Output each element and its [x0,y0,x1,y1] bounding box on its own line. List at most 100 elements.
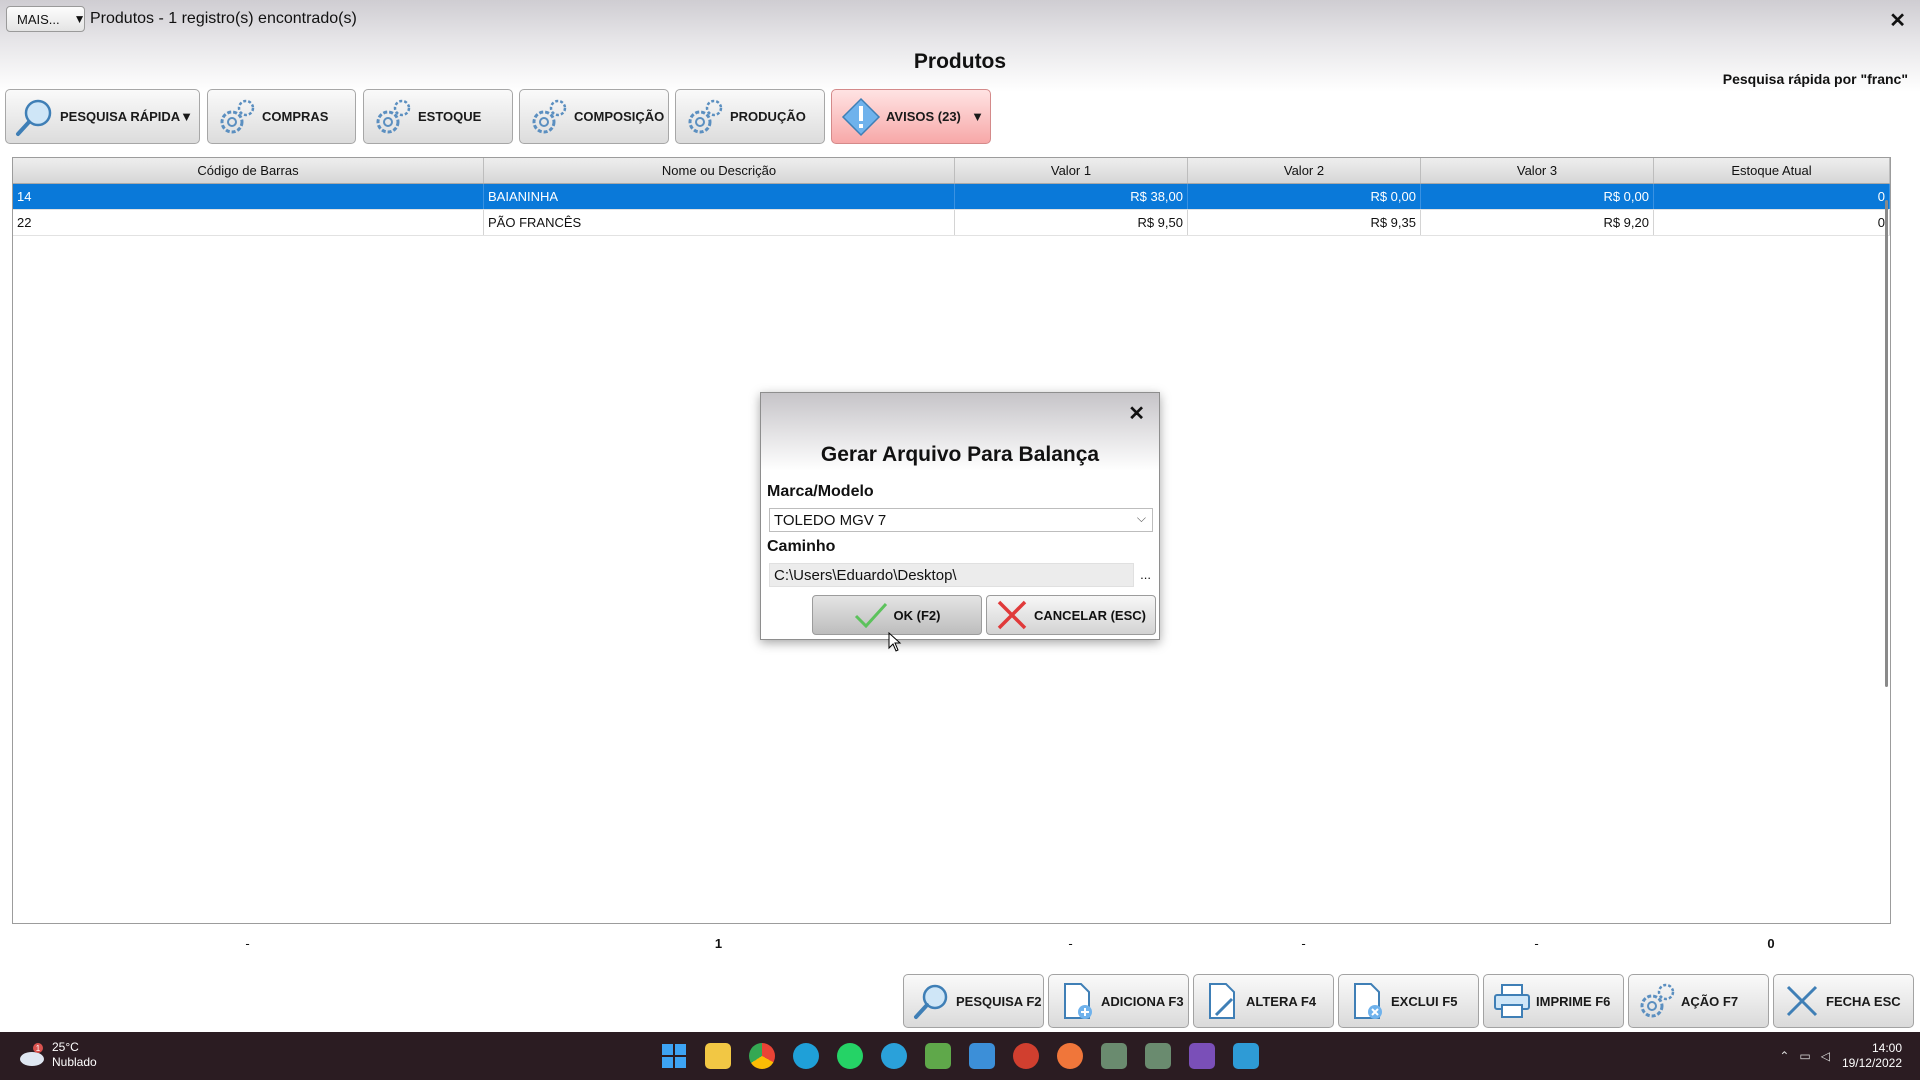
gear-icon [1640,983,1675,1018]
close-icon [1786,985,1818,1017]
media-icon[interactable] [1189,1043,1215,1069]
add-document-icon [1064,983,1092,1019]
imprime-button[interactable]: IMPRIME F6 [1483,974,1624,1028]
cell-name: BAIANINHA [484,184,955,209]
avisos-dropdown-icon[interactable]: ▼ [971,109,984,124]
erp-app-icon[interactable] [1101,1043,1127,1069]
delete-document-icon [1354,983,1382,1019]
clock[interactable]: 14:00 19/12/2022 [1842,1041,1902,1071]
pesquisa-button[interactable]: PESQUISA F2 [903,974,1044,1028]
adiciona-label: ADICIONA F3 [1101,993,1184,1009]
start-icon[interactable] [661,1043,687,1069]
scrollbar-thumb[interactable] [1885,200,1888,687]
mouse-cursor-icon [888,632,902,652]
weather-widget[interactable]: 1 25°C Nublado [18,1040,97,1070]
marca-value: TOLEDO MGV 7 [774,511,887,529]
compras-button[interactable]: COMPRAS [207,89,356,144]
file-explorer-icon[interactable] [705,1043,731,1069]
column-header[interactable]: Valor 1 [955,158,1188,183]
time: 14:00 [1871,1041,1902,1055]
cell-estoque: 0 [1654,184,1890,209]
altera-button[interactable]: ALTERA F4 [1193,974,1334,1028]
total-count: 1 [714,936,723,951]
firefox-icon[interactable] [1057,1043,1083,1069]
warning-icon [841,97,881,136]
tray-chevron-icon[interactable]: ⌃ [1779,1049,1789,1063]
edge-icon[interactable] [793,1043,819,1069]
volume-icon[interactable]: ◁ [1821,1049,1830,1063]
table-row[interactable]: 22 PÃO FRANCÊS R$ 9,50 R$ 9,35 R$ 9,20 0 [13,210,1890,236]
browse-button[interactable]: ... [1140,567,1151,582]
gear-icon [220,99,255,133]
weather-temp: 25°C [52,1040,79,1054]
edit-document-icon [1209,983,1235,1019]
avisos-button[interactable]: AVISOS (23) ▼ [831,89,991,144]
estoque-button[interactable]: ESTOQUE [363,89,513,144]
total-valor1: - [1068,936,1073,951]
quick-search-dropdown-icon[interactable]: ▼ [180,109,193,124]
spreadsheet-icon[interactable] [925,1043,951,1069]
column-header[interactable]: Estoque Atual [1654,158,1890,183]
window-title: Produtos - 1 registro(s) encontrado(s) [90,10,357,27]
marca-select[interactable]: TOLEDO MGV 7 ⌵ [769,508,1153,532]
caminho-input[interactable]: C:\Users\Eduardo\Desktop\ [769,563,1134,587]
gerar-arquivo-dialog: ✕ Gerar Arquivo Para Balança Marca/Model… [760,392,1160,640]
cloud-icon: 1 [20,1043,44,1066]
total-estoque: 0 [1767,936,1775,951]
magnifier-icon [914,984,948,1019]
estoque-label: ESTOQUE [418,109,482,124]
cancel-button[interactable]: CANCELAR (ESC) [986,595,1156,635]
quick-search-button[interactable]: PESQUISA RÁPIDA ▼ [5,89,200,144]
ok-button[interactable]: OK (F2) [812,595,982,635]
messenger-icon[interactable] [969,1043,995,1069]
adiciona-button[interactable]: ADICIONA F3 [1048,974,1189,1028]
date: 19/12/2022 [1841,1056,1902,1070]
cell-barcode: 22 [13,210,484,235]
column-header[interactable]: Valor 3 [1421,158,1654,183]
total-valor2: - [1301,936,1306,951]
caminho-value: C:\Users\Eduardo\Desktop\ [774,566,957,584]
acao-label: AÇÃO F7 [1681,993,1739,1009]
cancel-label: CANCELAR (ESC) [1034,607,1146,623]
table-totals: - 1 - - - 0 [12,936,1891,956]
cross-icon [997,600,1027,630]
cell-valor2: R$ 0,00 [1188,184,1421,209]
chevron-down-icon: ⌵ [1136,511,1146,525]
erp-app-icon-2[interactable] [1145,1043,1171,1069]
quick-search-label: PESQUISA RÁPIDA [60,109,181,124]
gear-icon [532,99,567,133]
checkmark-icon [854,602,887,628]
table-row[interactable]: 14 BAIANINHA R$ 38,00 R$ 0,00 R$ 0,00 0 [13,184,1890,210]
column-header[interactable]: Nome ou Descrição [484,158,955,183]
window-close-icon[interactable]: ✕ [1889,8,1906,33]
fecha-label: FECHA ESC [1826,993,1901,1009]
composicao-button[interactable]: COMPOSIÇÃO [519,89,669,144]
ok-label: OK (F2) [893,607,941,623]
acao-button[interactable]: AÇÃO F7 [1628,974,1769,1028]
total-valor3: - [1534,936,1539,951]
mais-label: MAIS... [17,11,60,27]
producao-button[interactable]: PRODUÇÃO [675,89,825,144]
gear-icon [688,99,723,133]
column-header[interactable]: Valor 2 [1188,158,1421,183]
total-barcode: - [245,936,250,951]
windows-taskbar: 1 25°C Nublado ⌃ ▭ ◁ 14:00 19/12/2022 [0,1032,1920,1080]
vertical-scrollbar[interactable] [1882,184,1890,824]
fecha-button[interactable]: FECHA ESC [1773,974,1914,1028]
cell-valor3: R$ 9,20 [1421,210,1654,235]
marca-label: Marca/Modelo [767,483,874,500]
chrome-icon[interactable] [749,1043,775,1069]
app-red-icon[interactable] [1013,1043,1039,1069]
dialog-close-icon[interactable]: ✕ [1128,401,1145,426]
network-icon[interactable]: ▭ [1799,1049,1810,1063]
cell-barcode: 14 [13,184,484,209]
cell-valor1: R$ 9,50 [955,210,1188,235]
mail-icon[interactable] [1233,1043,1259,1069]
exclui-button[interactable]: EXCLUI F5 [1338,974,1479,1028]
whatsapp-icon[interactable] [837,1043,863,1069]
column-header[interactable]: Código de Barras [13,158,484,183]
telegram-icon[interactable] [881,1043,907,1069]
system-tray: ⌃ ▭ ◁ [1779,1049,1830,1063]
altera-label: ALTERA F4 [1246,993,1317,1009]
mais-dropdown-button[interactable]: MAIS... ▼ [6,6,86,32]
